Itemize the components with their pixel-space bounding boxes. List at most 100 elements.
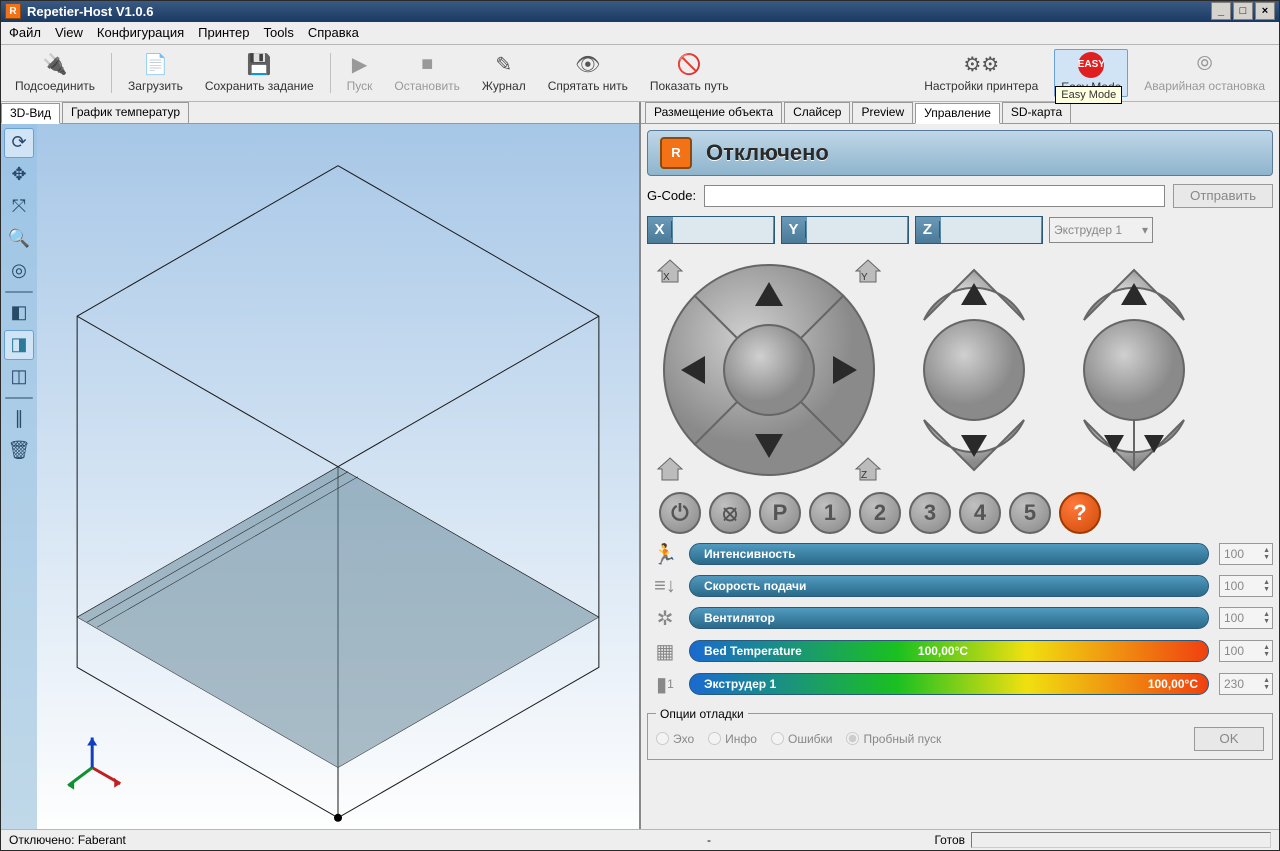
action-buttons-row: ⏻ ⦻ P 1 2 3 4 5 ? <box>647 492 1273 534</box>
delete-button[interactable]: 🗑 <box>4 436 34 466</box>
3d-viewport[interactable] <box>37 124 639 829</box>
speed-slider[interactable]: Интенсивность <box>689 543 1209 565</box>
debug-legend: Опции отладки <box>656 707 748 721</box>
move-view-button[interactable]: ✥ <box>4 160 34 190</box>
gears-icon: ⚙⚙ <box>969 53 993 77</box>
stop-button[interactable]: ■ Остановить <box>388 51 466 95</box>
extruder-select[interactable]: Экструдер 1▾ <box>1049 217 1153 243</box>
move-object-button[interactable]: ⤧ <box>4 192 34 222</box>
stop-icon: ■ <box>415 53 439 77</box>
gcode-input[interactable] <box>704 185 1165 207</box>
tab-slicer[interactable]: Слайсер <box>784 102 850 123</box>
script-3-button[interactable]: 3 <box>909 492 951 534</box>
home-all-button[interactable] <box>655 456 685 482</box>
debug-errors[interactable]: Ошибки <box>771 732 833 746</box>
fit-button[interactable]: ◎ <box>4 256 34 286</box>
tab-3d-view[interactable]: 3D-Вид <box>1 103 60 124</box>
z-value[interactable] <box>941 217 1041 243</box>
debug-options-group: Опции отладки Эхо Инфо Ошибки Пробный пу… <box>647 707 1273 760</box>
status-ready: Готов <box>889 833 971 847</box>
debug-echo[interactable]: Эхо <box>656 732 694 746</box>
easy-mode-button[interactable]: EASY Easy Mode Easy Mode <box>1054 49 1128 97</box>
chevron-down-icon: ▾ <box>1142 223 1148 237</box>
log-button[interactable]: ✎ Журнал <box>476 51 532 95</box>
view-iso-button[interactable]: ◧ <box>4 298 34 328</box>
menu-tools[interactable]: Tools <box>263 25 293 40</box>
bed-temp-slider[interactable]: Bed Temperature 100,00°C <box>689 640 1209 662</box>
rotate-view-button[interactable]: ⟳ <box>4 128 34 158</box>
home-y-button[interactable]: Y <box>853 258 883 284</box>
view-top-button[interactable]: ◫ <box>4 362 34 392</box>
start-button[interactable]: ▶ Пуск <box>341 51 379 95</box>
menu-help[interactable]: Справка <box>308 25 359 40</box>
flow-spinner[interactable]: 100▲▼ <box>1219 575 1273 597</box>
speed-spinner[interactable]: 100▲▼ <box>1219 543 1273 565</box>
printer-settings-button[interactable]: ⚙⚙ Настройки принтера <box>918 51 1044 95</box>
main-toolbar: 🔌 Подсоединить 📄 Загрузить 💾 Сохранить з… <box>1 45 1279 102</box>
tab-object-placement[interactable]: Размещение объекта <box>645 102 782 123</box>
flow-slider[interactable]: Скорость подачи <box>689 575 1209 597</box>
script-5-button[interactable]: 5 <box>1009 492 1051 534</box>
easy-icon: EASY <box>1078 52 1104 78</box>
fan-slider[interactable]: Вентилятор <box>689 607 1209 629</box>
close-button[interactable]: × <box>1255 2 1275 20</box>
view-toolbar: ⟳ ✥ ⤧ 🔍 ◎ ◧ ◨ ◫ ∥ 🗑 <box>1 124 37 829</box>
save-job-button[interactable]: 💾 Сохранить задание <box>199 51 320 95</box>
y-value[interactable] <box>807 217 907 243</box>
help-button[interactable]: ? <box>1059 492 1101 534</box>
status-title: Отключено <box>706 140 829 166</box>
svg-text:X: X <box>663 272 670 283</box>
home-x-button[interactable]: X <box>655 258 685 284</box>
menu-file[interactable]: Файл <box>9 25 41 40</box>
gcode-send-button[interactable]: Отправить <box>1173 184 1273 208</box>
right-tabs: Размещение объекта Слайсер Preview Управ… <box>641 102 1279 124</box>
debug-ok-button[interactable]: OK <box>1194 727 1264 751</box>
left-tabs: 3D-Вид График температур <box>1 102 639 124</box>
home-z-button[interactable]: Z <box>853 456 883 482</box>
connect-button[interactable]: 🔌 Подсоединить <box>9 51 101 95</box>
park-button[interactable]: P <box>759 492 801 534</box>
x-value[interactable] <box>673 217 773 243</box>
status-connection: Отключено: Faberant <box>9 833 529 847</box>
show-travel-label: Показать путь <box>650 79 729 93</box>
script-2-button[interactable]: 2 <box>859 492 901 534</box>
extruder-temp-slider[interactable]: Экструдер 1 100,00°C <box>689 673 1209 695</box>
view-front-button[interactable]: ◨ <box>4 330 34 360</box>
speed-icon: 🏃 <box>651 542 679 567</box>
load-button[interactable]: 📄 Загрузить <box>122 51 189 95</box>
zoom-button[interactable]: 🔍 <box>4 224 34 254</box>
xy-jog-pad: X Y Z <box>659 260 879 480</box>
status-bar: Отключено: Faberant - Готов <box>1 829 1279 850</box>
bed-temp-spinner[interactable]: 100▲▼ <box>1219 640 1273 662</box>
emergency-stop-button[interactable]: ⦾ Аварийная остановка <box>1138 51 1271 95</box>
debug-info[interactable]: Инфо <box>708 732 757 746</box>
motors-off-button[interactable]: ⦻ <box>709 492 751 534</box>
minimize-button[interactable]: _ <box>1211 2 1231 20</box>
status-banner: R Отключено <box>647 130 1273 176</box>
y-coord: Y <box>781 216 909 244</box>
show-travel-button[interactable]: 🚫 Показать путь <box>644 51 735 95</box>
connect-label: Подсоединить <box>15 79 95 93</box>
z-coord: Z <box>915 216 1043 244</box>
power-button[interactable]: ⏻ <box>659 492 701 534</box>
menu-view[interactable]: View <box>55 25 83 40</box>
hide-filament-label: Спрятать нить <box>548 79 628 93</box>
tab-preview[interactable]: Preview <box>852 102 913 123</box>
fan-spinner[interactable]: 100▲▼ <box>1219 607 1273 629</box>
debug-dryrun[interactable]: Пробный пуск <box>846 732 941 746</box>
parallel-lines-button[interactable]: ∥ <box>4 404 34 434</box>
emergency-icon: ⦾ <box>1193 53 1217 77</box>
tab-manual-control[interactable]: Управление <box>915 103 1000 124</box>
bed-icon: ▦ <box>651 639 679 664</box>
extruder-temp-spinner[interactable]: 230▲▼ <box>1219 673 1273 695</box>
script-4-button[interactable]: 4 <box>959 492 1001 534</box>
hide-filament-button[interactable]: 👁 Спрятать нить <box>542 51 634 95</box>
tab-sd-card[interactable]: SD-карта <box>1002 102 1071 123</box>
menu-bar: Файл View Конфигурация Принтер Tools Спр… <box>1 22 1279 45</box>
tab-temp-graph[interactable]: График температур <box>62 102 189 123</box>
menu-printer[interactable]: Принтер <box>198 25 249 40</box>
script-1-button[interactable]: 1 <box>809 492 851 534</box>
menu-config[interactable]: Конфигурация <box>97 25 184 40</box>
load-label: Загрузить <box>128 79 183 93</box>
maximize-button[interactable]: □ <box>1233 2 1253 20</box>
